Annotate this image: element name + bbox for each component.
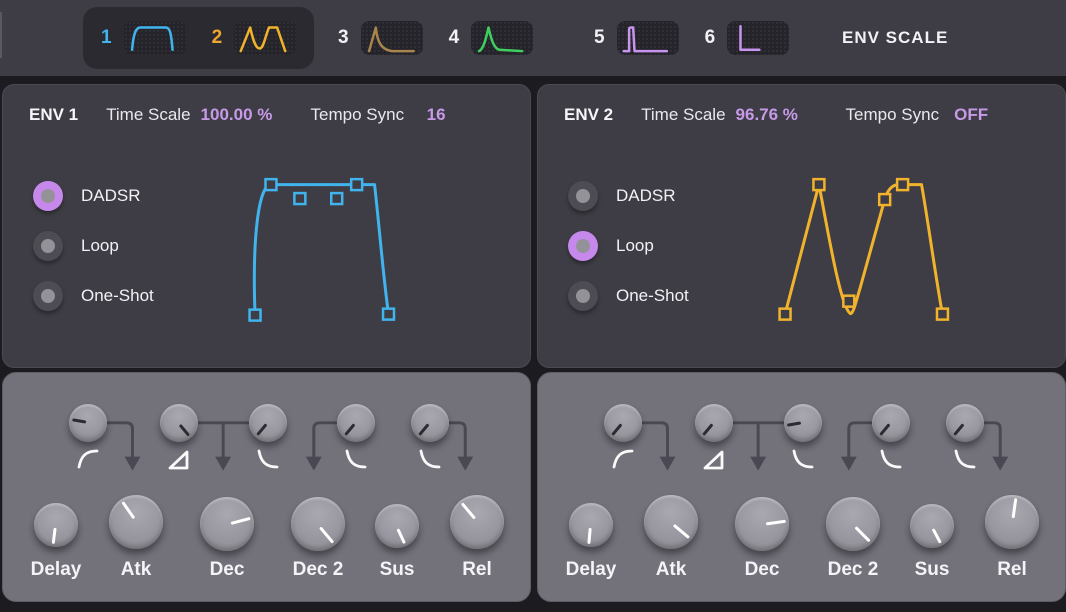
attack-knob[interactable]: [109, 495, 163, 549]
decay-curve-icon: [952, 446, 978, 472]
decay-curve-icon: [343, 446, 369, 472]
tab-number: 1: [101, 27, 112, 49]
env2-knob-section: Delay Atk Dec Dec 2 Sus Rel: [537, 372, 1066, 602]
attack-curve-icon: [610, 446, 636, 472]
envelope-waveform-icon: [234, 21, 296, 55]
knob-label: Dec 2: [273, 559, 363, 581]
sustain-knob[interactable]: [375, 504, 419, 548]
env1-knob-section: Delay Atk Dec Dec 2 Sus Rel: [2, 372, 531, 602]
envelope-handle[interactable]: [250, 310, 261, 321]
delay-knob[interactable]: [34, 503, 78, 547]
delay-knob[interactable]: [569, 503, 613, 547]
envelope-handle[interactable]: [331, 193, 342, 204]
knob-label: Dec: [182, 559, 272, 581]
linear-triangle-icon: [166, 446, 192, 472]
envelope-waveform-icon: [471, 21, 533, 55]
tab-number: 3: [338, 27, 349, 49]
decay-curve-icon: [255, 446, 281, 472]
attack-slope-knob[interactable]: [160, 404, 198, 442]
env-tab-6[interactable]: 6: [705, 21, 790, 55]
env-scale-label: ENV SCALE: [842, 0, 948, 76]
tab-pair-5-6: 5 6: [594, 7, 789, 69]
attack-knob[interactable]: [644, 495, 698, 549]
env1-panel: ENV 1 Time Scale 100.00 % Tempo Sync 16 …: [2, 84, 531, 368]
decay-slope-knob[interactable]: [249, 404, 287, 442]
decay-slope-knob[interactable]: [784, 404, 822, 442]
knob-label: Dec 2: [808, 559, 898, 581]
release-knob[interactable]: [985, 495, 1039, 549]
decay2-slope-knob[interactable]: [872, 404, 910, 442]
knob-label: Atk: [91, 559, 181, 581]
tab-number: 2: [212, 27, 223, 49]
knob-label: Rel: [432, 559, 522, 581]
knob-label: Dec: [717, 559, 807, 581]
knob-label: Sus: [887, 559, 977, 581]
decay2-slope-knob[interactable]: [337, 404, 375, 442]
envelope-waveform-icon: [124, 21, 186, 55]
decay-curve-icon: [790, 446, 816, 472]
attack-slope-knob[interactable]: [695, 404, 733, 442]
envelope-handle[interactable]: [265, 179, 276, 190]
env-tab-5[interactable]: 5: [594, 21, 679, 55]
release-slope-knob[interactable]: [411, 404, 449, 442]
env2-panel: ENV 2 Time Scale 96.76 % Tempo Sync OFF …: [537, 84, 1066, 368]
attack-curve-icon: [75, 446, 101, 472]
envelope-handle[interactable]: [879, 194, 890, 205]
envelope-tab-bar: 1 2 3 4 5: [0, 0, 1066, 76]
env-tab-2[interactable]: 2: [212, 21, 297, 55]
delay-slope-knob[interactable]: [604, 404, 642, 442]
release-knob[interactable]: [450, 495, 504, 549]
left-edge-divider: [0, 12, 2, 58]
envelope-handle[interactable]: [294, 193, 305, 204]
decay-knob[interactable]: [200, 497, 254, 551]
tab-pair-3-4: 3 4: [338, 7, 533, 69]
decay2-knob[interactable]: [291, 497, 345, 551]
tab-number: 4: [449, 27, 460, 49]
env1-envelope-display[interactable]: [3, 85, 530, 368]
env-tab-1[interactable]: 1: [101, 21, 186, 55]
linear-triangle-icon: [701, 446, 727, 472]
knob-label: Rel: [967, 559, 1057, 581]
envelope-curve: [254, 185, 388, 316]
envelope-handle[interactable]: [897, 179, 908, 190]
envelope-handle[interactable]: [843, 296, 854, 307]
env2-envelope-display[interactable]: [538, 85, 1065, 368]
env-tab-4[interactable]: 4: [449, 21, 534, 55]
sustain-knob[interactable]: [910, 504, 954, 548]
envelope-handle[interactable]: [937, 309, 948, 320]
tab-number: 5: [594, 27, 605, 49]
release-slope-knob[interactable]: [946, 404, 984, 442]
decay2-knob[interactable]: [826, 497, 880, 551]
envelope-waveform-icon: [361, 21, 423, 55]
env-tab-3[interactable]: 3: [338, 21, 423, 55]
selected-tab-group: 1 2: [83, 7, 314, 69]
envelope-curve: [785, 185, 942, 315]
knob-label: Delay: [546, 559, 636, 581]
knob-label: Atk: [626, 559, 716, 581]
envelope-waveform-icon: [617, 21, 679, 55]
knob-label: Delay: [11, 559, 101, 581]
envelope-handle[interactable]: [383, 309, 394, 320]
decay-curve-icon: [417, 446, 443, 472]
knob-label: Sus: [352, 559, 442, 581]
envelope-handle[interactable]: [780, 309, 791, 320]
decay-knob[interactable]: [735, 497, 789, 551]
envelope-handle[interactable]: [351, 179, 362, 190]
delay-slope-knob[interactable]: [69, 404, 107, 442]
envelope-waveform-icon: [727, 21, 789, 55]
envelope-handle[interactable]: [813, 179, 824, 190]
decay-curve-icon: [878, 446, 904, 472]
tab-number: 6: [705, 27, 716, 49]
